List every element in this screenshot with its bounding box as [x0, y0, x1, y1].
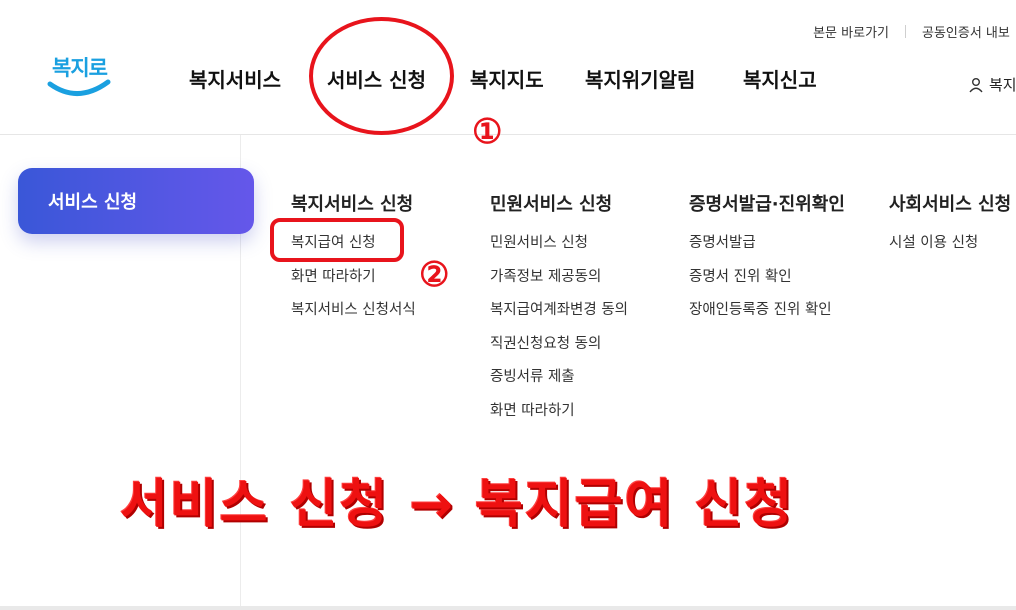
divider — [905, 25, 906, 38]
site-logo[interactable]: 복지로 — [46, 50, 116, 106]
bottom-divider — [0, 606, 1016, 610]
column-title: 복지서비스 신청 — [291, 194, 414, 215]
nav-welfare-map[interactable]: 복지지도 — [470, 64, 544, 93]
submenu-column-social: 사회서비스 신청 시설 이용 신청 — [889, 190, 1011, 268]
submenu-active-category[interactable]: 서비스 신청 — [18, 168, 254, 234]
user-label: 복지 — [989, 76, 1016, 94]
cert-export-link[interactable]: 공동인증서 내보 — [922, 22, 1016, 41]
annotation-step-1: ① — [472, 112, 503, 152]
user-menu[interactable]: 복지 — [968, 74, 1016, 95]
submenu-column-certificate: 증명서발급·진위확인 증명서발급 증명서 진위 확인 장애인등록증 진위 확인 — [689, 190, 845, 335]
link-account-change-consent[interactable]: 복지급여계좌변경 동의 — [490, 301, 628, 335]
nav-welfare-crisis-alert[interactable]: 복지위기알림 — [585, 64, 695, 93]
link-civil-service-apply[interactable]: 민원서비스 신청 — [490, 234, 628, 268]
link-family-info-consent[interactable]: 가족정보 제공동의 — [490, 268, 628, 302]
user-icon — [969, 77, 983, 92]
link-screen-guide[interactable]: 화면 따라하기 — [291, 268, 416, 302]
link-certificate-issue[interactable]: 증명서발급 — [689, 234, 845, 268]
annotation-box — [270, 218, 404, 262]
skip-to-content-link[interactable]: 본문 바로가기 — [813, 22, 889, 41]
submenu-column-welfare: 복지서비스 신청 복지급여 신청 화면 따라하기 복지서비스 신청서식 — [291, 190, 416, 335]
column-title: 민원서비스 신청 — [490, 194, 613, 215]
utility-bar: 본문 바로가기 공동인증서 내보 — [813, 22, 1016, 41]
nav-welfare-report[interactable]: 복지신고 — [743, 64, 817, 93]
nav-welfare-services[interactable]: 복지서비스 — [189, 64, 281, 93]
link-certificate-verify[interactable]: 증명서 진위 확인 — [689, 268, 845, 302]
logo-smile-icon — [47, 79, 111, 96]
link-application-forms[interactable]: 복지서비스 신청서식 — [291, 301, 416, 335]
link-screen-guide[interactable]: 화면 따라하기 — [490, 402, 628, 436]
column-title: 사회서비스 신청 — [889, 194, 1012, 215]
annotation-step-2: ② — [419, 255, 450, 295]
link-facility-use-apply[interactable]: 시설 이용 신청 — [889, 234, 1011, 268]
submenu-column-civil: 민원서비스 신청 민원서비스 신청 가족정보 제공동의 복지급여계좌변경 동의 … — [490, 190, 628, 435]
link-document-submit[interactable]: 증빙서류 제출 — [490, 368, 628, 402]
link-ex-officio-consent[interactable]: 직권신청요청 동의 — [490, 335, 628, 369]
annotation-banner: 서비스 신청 → 복지급여 신청 — [120, 475, 795, 535]
column-title: 증명서발급·진위확인 — [689, 194, 845, 215]
annotation-circle — [309, 17, 454, 135]
link-disability-card-verify[interactable]: 장애인등록증 진위 확인 — [689, 301, 845, 335]
